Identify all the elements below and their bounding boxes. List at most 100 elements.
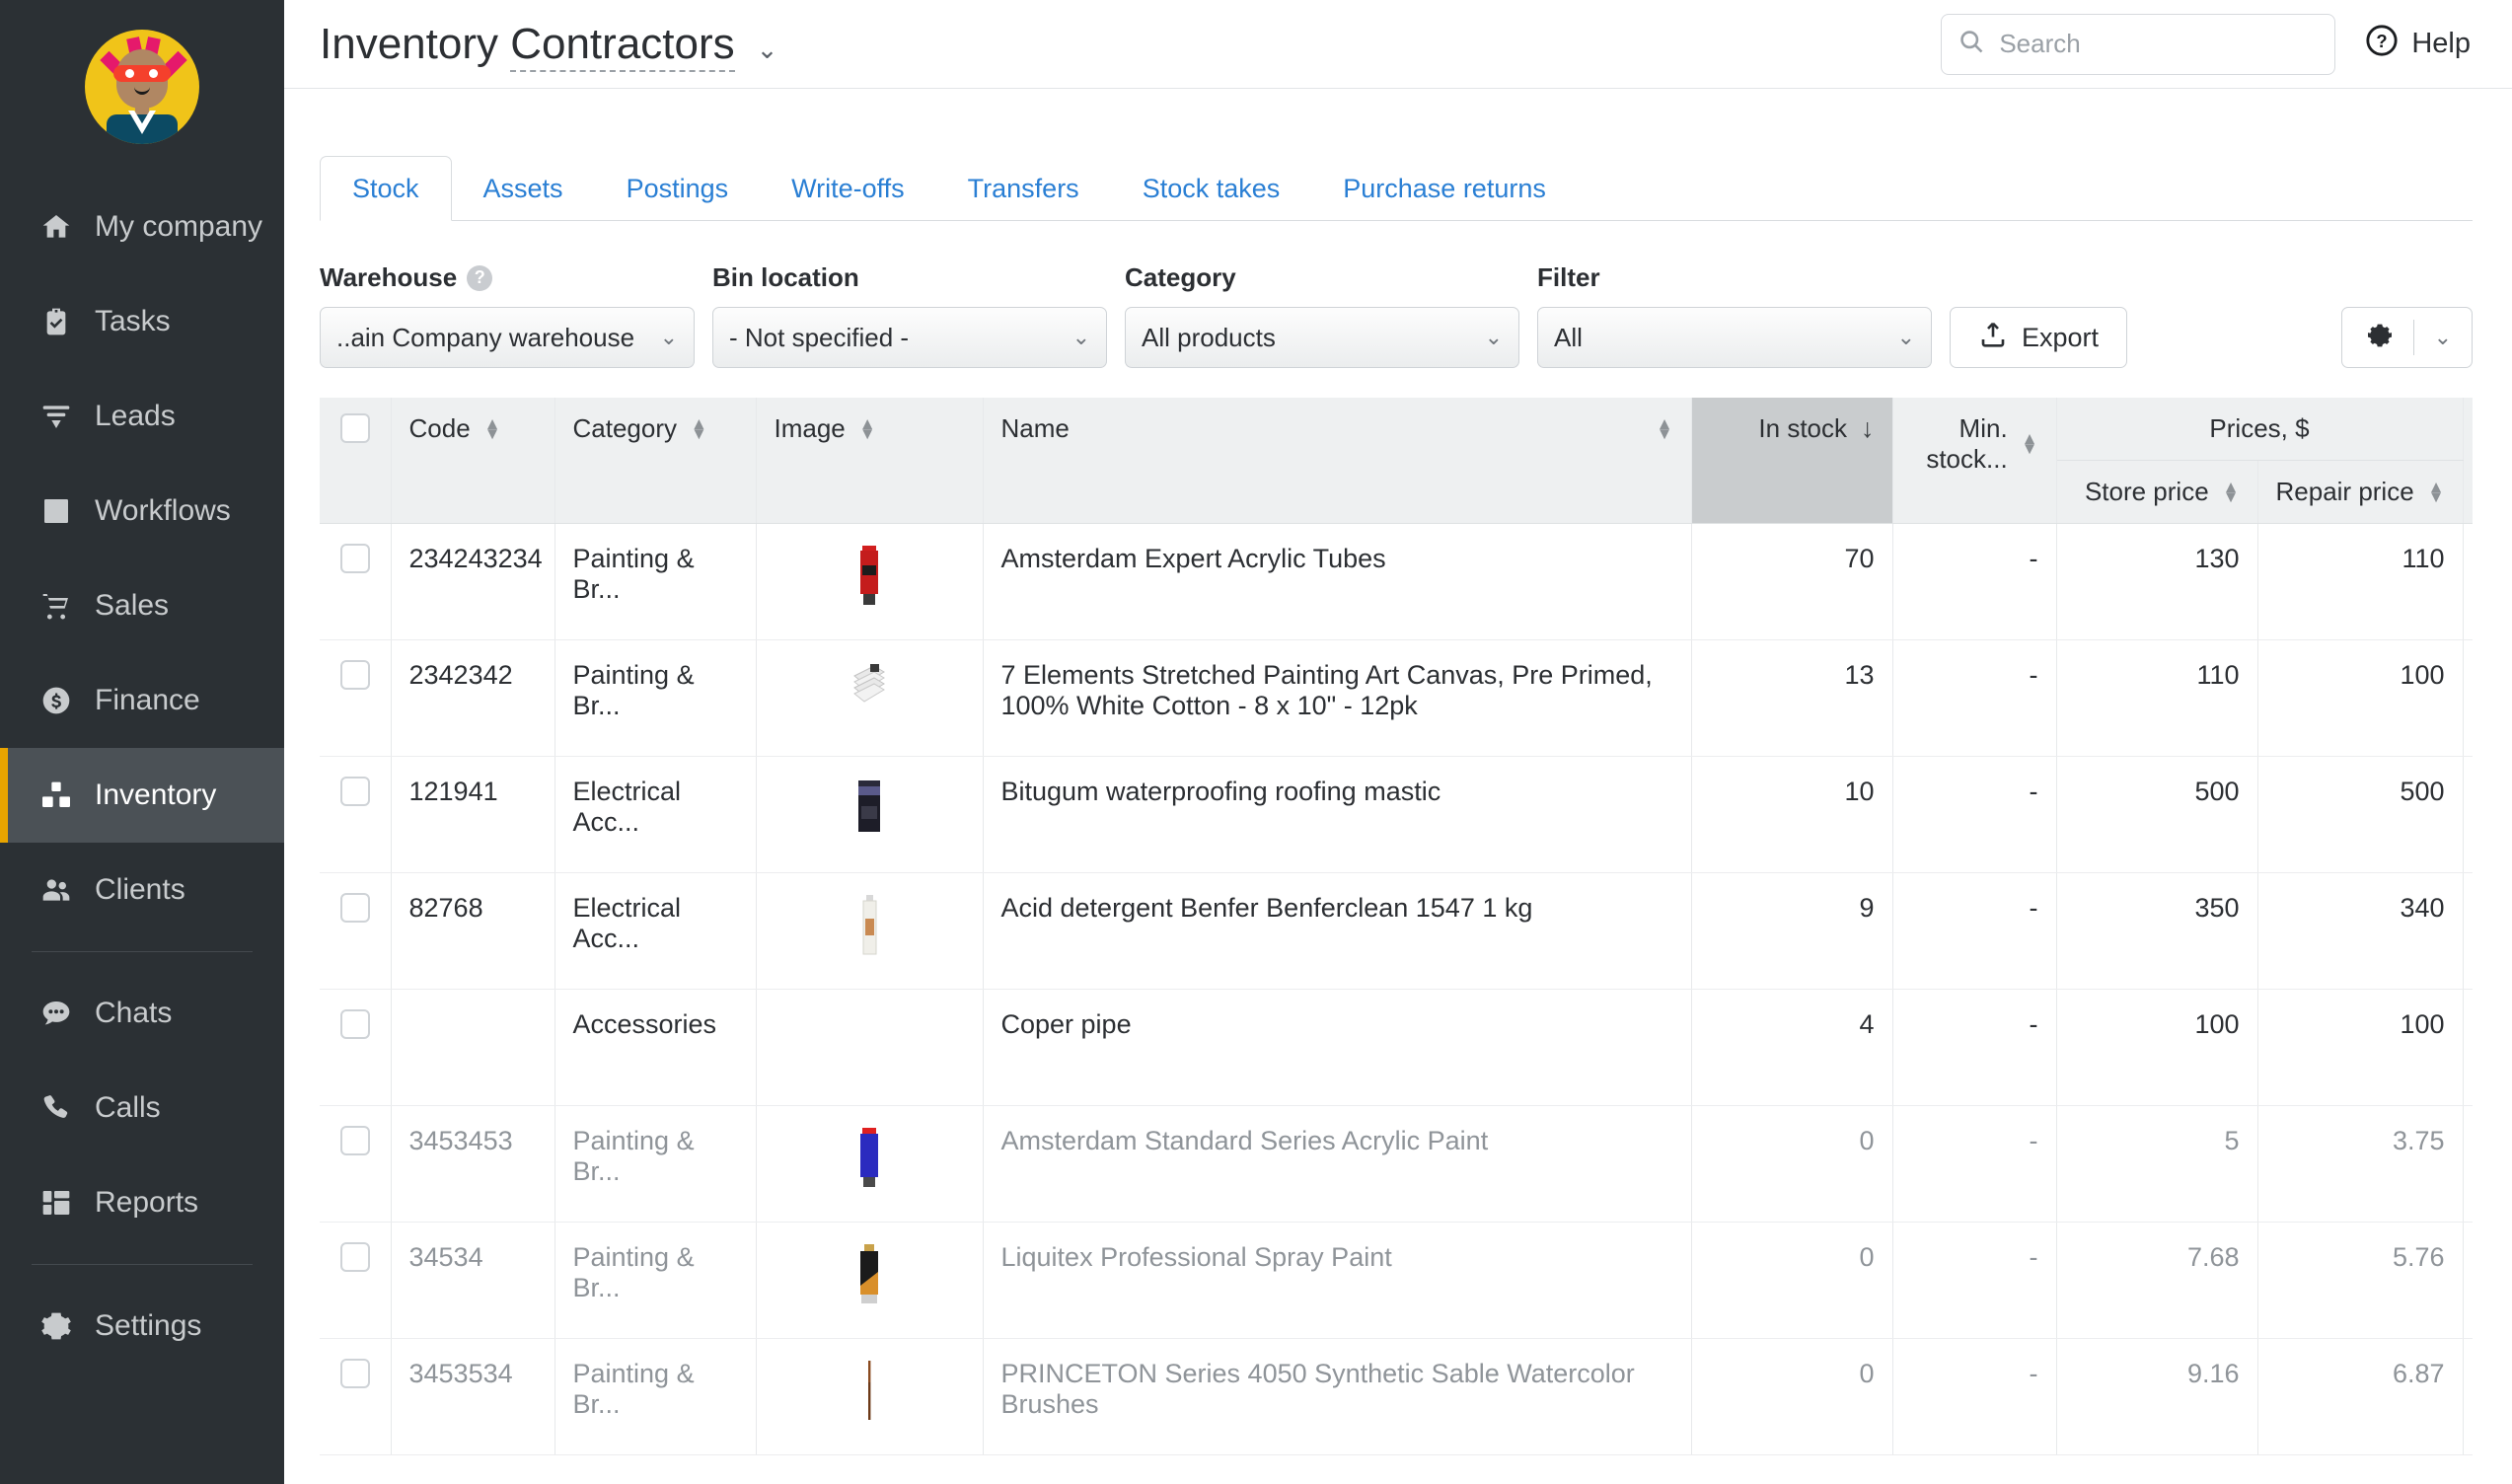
home-icon bbox=[39, 210, 73, 244]
sidebar-item-tasks[interactable]: Tasks bbox=[0, 274, 284, 369]
row-checkbox[interactable] bbox=[339, 1126, 370, 1155]
sidebar-item-workflows[interactable]: Workflows bbox=[0, 464, 284, 558]
row-checkbox[interactable] bbox=[339, 660, 370, 690]
cell-category: Painting & Br... bbox=[554, 1338, 757, 1455]
th-repair-price[interactable]: Repair price ▲ ▼ bbox=[2257, 460, 2464, 524]
tab-label: Purchase returns bbox=[1343, 173, 1546, 203]
row-checkbox[interactable] bbox=[339, 1359, 370, 1388]
search-box[interactable] bbox=[1941, 13, 2336, 75]
help-hint-icon[interactable]: ? bbox=[467, 264, 493, 291]
table-row[interactable]: 34534 Painting & Br... Liquitex Professi… bbox=[320, 1222, 2473, 1339]
table-row[interactable]: 3453453 Painting & Br... Amsterdam Stand… bbox=[320, 1105, 2473, 1223]
row-checkbox[interactable] bbox=[339, 777, 370, 806]
sort-icon[interactable]: ▲ ▼ bbox=[2022, 430, 2038, 457]
row-checkbox[interactable] bbox=[339, 1009, 370, 1039]
cell-overflow bbox=[2463, 872, 2473, 990]
cell-overflow bbox=[2463, 523, 2473, 640]
sidebar-item-clients[interactable]: Clients bbox=[0, 843, 284, 937]
sidebar-item-settings[interactable]: Settings bbox=[0, 1279, 284, 1373]
th-min-stock[interactable]: Min. stock... ▲ ▼ bbox=[1892, 398, 2057, 524]
select-all-checkbox[interactable] bbox=[339, 413, 370, 443]
tab-stock[interactable]: Stock bbox=[320, 156, 452, 221]
cell-in-stock: 4 bbox=[1691, 989, 1893, 1106]
cell-repair-price: 3.75 bbox=[2257, 1105, 2464, 1223]
table-row[interactable]: 121941 Electrical Acc... Bitugum waterpr… bbox=[320, 756, 2473, 873]
row-checkbox[interactable] bbox=[339, 893, 370, 923]
tab-write-offs[interactable]: Write-offs bbox=[760, 156, 936, 221]
th-name[interactable]: Name ▲ ▼ bbox=[983, 398, 1692, 524]
chevron-down-icon[interactable]: ⌄ bbox=[2414, 325, 2472, 350]
table-row[interactable]: 3453534 Painting & Br... PRINCETON Serie… bbox=[320, 1338, 2473, 1455]
table-row[interactable]: 82768 Electrical Acc... Acid detergent B… bbox=[320, 872, 2473, 990]
sort-icon[interactable]: ▲ ▼ bbox=[2428, 479, 2445, 505]
row-select-cell[interactable] bbox=[320, 1338, 392, 1455]
th-code[interactable]: Code ▲ ▼ bbox=[391, 398, 555, 524]
sort-icon[interactable]: ▲ ▼ bbox=[484, 415, 501, 442]
sort-desc-icon[interactable]: ↓ bbox=[1861, 413, 1875, 444]
sidebar-item-leads[interactable]: Leads bbox=[0, 369, 284, 464]
help-button[interactable]: ? Help bbox=[2365, 24, 2471, 65]
gear-icon[interactable] bbox=[2342, 322, 2413, 353]
tab-transfers[interactable]: Transfers bbox=[936, 156, 1111, 221]
sidebar-item-my-company[interactable]: My company bbox=[0, 180, 284, 274]
tab-purchase-returns[interactable]: Purchase returns bbox=[1311, 156, 1578, 221]
export-group: Export bbox=[1950, 307, 2128, 368]
cell-min-stock: - bbox=[1892, 872, 2057, 990]
row-select-cell[interactable] bbox=[320, 1222, 392, 1339]
sidebar-item-calls[interactable]: Calls bbox=[0, 1061, 284, 1155]
th-in-stock[interactable]: In stock ↓ bbox=[1691, 398, 1893, 524]
th-label: Min. stock... bbox=[1926, 413, 2008, 474]
avatar[interactable] bbox=[85, 30, 199, 144]
cell-store-price: 7.68 bbox=[2056, 1222, 2258, 1339]
export-button[interactable]: Export bbox=[1950, 307, 2128, 368]
cell-store-price: 5 bbox=[2056, 1105, 2258, 1223]
row-checkbox[interactable] bbox=[339, 544, 370, 573]
sidebar-item-sales[interactable]: Sales bbox=[0, 558, 284, 653]
bin-location-select[interactable]: - Not specified - ⌄ bbox=[712, 307, 1107, 368]
tab-stock-takes[interactable]: Stock takes bbox=[1111, 156, 1312, 221]
page-title-entity[interactable]: Contractors bbox=[510, 19, 735, 72]
row-select-cell[interactable] bbox=[320, 523, 392, 640]
cell-repair-price: 110 bbox=[2257, 523, 2464, 640]
cell-code: 82768 bbox=[391, 872, 555, 990]
table-row[interactable]: 2342342 Painting & Br... 7 Elements Stre… bbox=[320, 639, 2473, 757]
row-select-cell[interactable] bbox=[320, 872, 392, 990]
row-select-cell[interactable] bbox=[320, 639, 392, 757]
th-category[interactable]: Category ▲ ▼ bbox=[554, 398, 757, 524]
sort-icon[interactable]: ▲ ▼ bbox=[691, 415, 707, 442]
tab-postings[interactable]: Postings bbox=[595, 156, 761, 221]
th-store-price[interactable]: Store price ▲ ▼ bbox=[2056, 460, 2258, 524]
cell-in-stock: 0 bbox=[1691, 1222, 1893, 1339]
table-settings-group[interactable]: ⌄ bbox=[2340, 307, 2473, 368]
warehouse-label: Warehouse bbox=[320, 262, 458, 292]
search-input[interactable] bbox=[1999, 29, 2320, 59]
table-row[interactable]: 234243234 Painting & Br... Amsterdam Exp… bbox=[320, 523, 2473, 640]
sidebar-item-inventory[interactable]: Inventory bbox=[0, 748, 284, 843]
th-image[interactable]: Image ▲ ▼ bbox=[756, 398, 984, 524]
workflow-icon bbox=[39, 494, 73, 528]
row-select-cell[interactable] bbox=[320, 989, 392, 1106]
tab-assets[interactable]: Assets bbox=[452, 156, 595, 221]
th-select-all[interactable] bbox=[320, 398, 392, 524]
sidebar-item-chats[interactable]: Chats bbox=[0, 966, 284, 1061]
sort-icon[interactable]: ▲ ▼ bbox=[2223, 479, 2240, 505]
warehouse-select[interactable]: ..ain Company warehouse ⌄ bbox=[320, 307, 695, 368]
funnel-icon bbox=[39, 400, 73, 433]
row-select-cell[interactable] bbox=[320, 1105, 392, 1223]
warehouse-filter-group: Warehouse ? ..ain Company warehouse ⌄ bbox=[320, 262, 712, 368]
sidebar-item-reports[interactable]: Reports bbox=[0, 1155, 284, 1250]
table-row[interactable]: Accessories Coper pipe 4 - 100 100 bbox=[320, 989, 2473, 1106]
cell-repair-price: 500 bbox=[2257, 756, 2464, 873]
row-select-cell[interactable] bbox=[320, 756, 392, 873]
row-checkbox[interactable] bbox=[339, 1242, 370, 1272]
filter-select[interactable]: All ⌄ bbox=[1537, 307, 1932, 368]
sort-icon[interactable]: ▲ ▼ bbox=[859, 415, 876, 442]
chevron-down-icon[interactable]: ⌄ bbox=[757, 35, 778, 65]
sort-icon[interactable]: ▲ ▼ bbox=[1657, 415, 1673, 442]
sidebar-item-finance[interactable]: Finance bbox=[0, 653, 284, 748]
warehouse-label-row: Warehouse ? bbox=[320, 262, 712, 293]
category-select[interactable]: All products ⌄ bbox=[1125, 307, 1519, 368]
cell-image bbox=[756, 989, 984, 1106]
chevron-down-icon: ⌄ bbox=[1071, 325, 1090, 349]
bin-location-label: Bin location bbox=[712, 262, 859, 292]
